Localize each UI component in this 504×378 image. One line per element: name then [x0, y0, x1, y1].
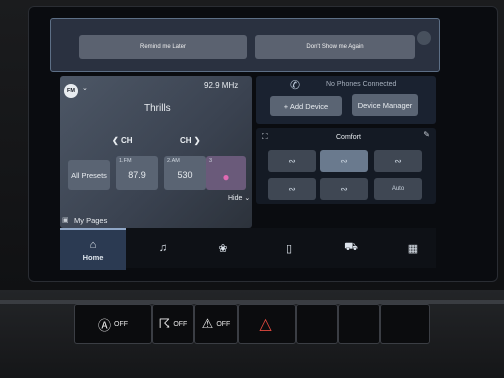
blank-switch-1[interactable]	[296, 304, 338, 344]
traction-control-off-switch[interactable]: ☈ OFF	[152, 304, 194, 344]
seat-vent-button[interactable]: ∾	[320, 150, 368, 172]
expand-icon[interactable]: ⛶	[262, 132, 268, 142]
nav-comfort[interactable]: ❀	[196, 228, 250, 268]
dont-show-again-button[interactable]: Don't Show me Again	[255, 35, 415, 59]
seat-icon: ∾	[340, 183, 348, 194]
apps-grid-icon: ▦	[407, 242, 419, 255]
seat-icon: ∾	[288, 155, 296, 166]
chevron-down-icon: ⌄	[244, 195, 251, 202]
seat-cool-driver-button[interactable]: ∾	[268, 178, 316, 200]
radio-panel: FM ⌄ 92.9 MHz Thrills ❮ CH CH ❯ All Pres…	[60, 76, 252, 228]
car-icon: ⛟	[344, 241, 358, 253]
notification-popup: Remind me Later Don't Show me Again	[50, 18, 440, 72]
traction-control-icon: ☈	[158, 316, 171, 331]
hide-button[interactable]: Hide ⌄	[228, 194, 250, 202]
auto-stop-icon: Ⓐ	[97, 317, 111, 333]
phone-status: No Phones Connected	[326, 81, 397, 88]
home-icon: ⌂	[89, 238, 97, 251]
channel-down-button[interactable]: ❮ CH	[112, 136, 133, 145]
home-label: Home	[82, 252, 104, 262]
preset-1-button[interactable]: 1.FM 87.9	[116, 156, 158, 190]
seat-icon: ∾	[394, 155, 402, 166]
bottom-nav: ⌂ Home ♫ ❀ ▯ ⛟ ▦	[60, 228, 436, 270]
nav-apps[interactable]: ▦	[386, 228, 440, 268]
nav-media[interactable]: ♫	[136, 228, 190, 268]
chevron-down-icon[interactable]: ⌄	[82, 84, 88, 92]
remind-me-later-button[interactable]: Remind me Later	[79, 35, 247, 59]
popup-indicator	[417, 31, 431, 45]
station-logo-icon: ●	[222, 170, 230, 184]
preset-3-button[interactable]: 3 ●	[206, 156, 246, 190]
hazard-switch[interactable]: △	[238, 304, 296, 344]
preset-number: 3	[209, 158, 213, 164]
chevron-left-icon: ❮	[112, 136, 119, 145]
smartphone-icon: ▯	[285, 242, 293, 255]
nav-phone[interactable]: ▯	[262, 228, 316, 268]
nav-vehicle[interactable]: ⛟	[324, 228, 378, 268]
seat-heat-driver-button[interactable]: ∾	[268, 150, 316, 172]
preset-number: 1.FM	[119, 158, 132, 164]
comfort-mode-label: Comfort	[336, 134, 361, 141]
hazard-triangle-icon: △	[259, 316, 272, 333]
park-assist-icon: ⚠	[201, 316, 214, 331]
seat-icon: ∾	[288, 183, 296, 194]
channel-up-button[interactable]: CH ❯	[180, 136, 201, 145]
preset-2-button[interactable]: 2.AM 530	[164, 156, 206, 190]
chevron-right-icon: ❯	[193, 136, 201, 145]
device-manager-button[interactable]: Device Manager	[352, 94, 418, 116]
edit-icon[interactable]: ✎	[423, 130, 430, 139]
band-badge[interactable]: FM	[64, 84, 78, 98]
phone-panel: ✆ No Phones Connected + Add Device Devic…	[256, 76, 436, 124]
preset-number: 2.AM	[167, 158, 180, 164]
auto-button[interactable]: Auto	[374, 178, 422, 200]
switch-off-label: OFF	[114, 320, 128, 328]
climate-panel: ⛶ Comfort ✎ ∾ ∾ ∾ ∾ ∾ Auto	[256, 128, 436, 204]
channel-up-label: CH	[180, 136, 192, 145]
hide-label: Hide	[228, 195, 243, 202]
music-note-icon: ♫	[158, 242, 168, 254]
preset-value: 87.9	[128, 170, 146, 180]
seat-icon: ∾	[340, 155, 348, 166]
blank-switch-2[interactable]	[338, 304, 380, 344]
switch-off-label: OFF	[173, 320, 188, 328]
frequency-display: 92.9 MHz	[204, 81, 239, 90]
my-pages-button[interactable]: My Pages	[74, 216, 107, 225]
all-presets-button[interactable]: All Presets	[68, 160, 110, 190]
auto-stop-start-off-switch[interactable]: Ⓐ OFF	[74, 304, 152, 344]
phone-disconnected-icon: ✆	[290, 78, 301, 92]
climate-icon: ❀	[218, 242, 228, 255]
preset-value: 530	[177, 170, 193, 180]
switch-off-label: OFF	[216, 320, 231, 328]
add-device-button[interactable]: + Add Device	[270, 96, 342, 116]
park-assist-off-switch[interactable]: ⚠ OFF	[194, 304, 238, 344]
channel-down-label: CH	[120, 136, 133, 145]
station-name: Thrills	[144, 103, 171, 114]
steering-heat-button[interactable]: ∾	[320, 178, 368, 200]
seat-heat-passenger-button[interactable]: ∾	[374, 150, 422, 172]
blank-switch-3[interactable]	[380, 304, 430, 344]
nav-home[interactable]: ⌂ Home	[60, 228, 126, 270]
pages-icon: ▣	[62, 217, 69, 224]
